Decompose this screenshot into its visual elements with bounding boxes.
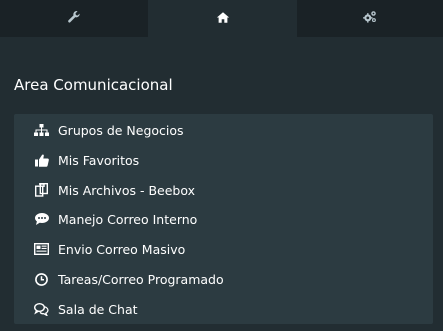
- tab-settings[interactable]: [297, 0, 443, 37]
- menu-item-label: Sala de Chat: [58, 301, 138, 317]
- chat-icon: [34, 302, 49, 317]
- tab-home[interactable]: [148, 0, 297, 37]
- wrench-icon: [67, 9, 81, 28]
- thumbs-up-icon: [34, 153, 49, 168]
- menu-item-label: Envio Correo Masivo: [58, 241, 186, 257]
- menu-item-label: Mis Favoritos: [58, 152, 140, 168]
- menu-item-label: Grupos de Negocios: [58, 122, 184, 138]
- tab-bar: [0, 0, 443, 37]
- menu-item-manejo-correo-interno[interactable]: Manejo Correo Interno: [34, 209, 197, 229]
- menu-item-label: Mis Archivos - Beebox: [58, 182, 195, 198]
- menu-item-grupos-de-negocios[interactable]: Grupos de Negocios: [34, 120, 184, 140]
- menu-item-tareas-correo-programado[interactable]: Tareas/Correo Programado: [34, 269, 224, 289]
- menu-item-label: Manejo Correo Interno: [58, 211, 198, 227]
- menu-item-envio-correo-masivo[interactable]: Envio Correo Masivo: [34, 239, 185, 259]
- clock-icon: [34, 272, 49, 287]
- gears-icon: [362, 9, 378, 28]
- section-title: Area Comunicacional: [14, 76, 173, 94]
- menu-item-mis-favoritos[interactable]: Mis Favoritos: [34, 150, 139, 170]
- files-icon: [34, 183, 49, 198]
- menu-item-label: Tareas/Correo Programado: [58, 271, 224, 287]
- menu-item-sala-de-chat[interactable]: Sala de Chat: [34, 299, 138, 319]
- menu-list: Grupos de Negocios Mis Favoritos Mis Arc…: [14, 114, 433, 324]
- sitemap-icon: [34, 123, 49, 138]
- newspaper-icon: [34, 242, 49, 257]
- menu-item-mis-archivos[interactable]: Mis Archivos - Beebox: [34, 180, 195, 200]
- home-icon: [216, 9, 230, 28]
- tab-tools[interactable]: [0, 0, 148, 37]
- comment-icon: [34, 212, 49, 227]
